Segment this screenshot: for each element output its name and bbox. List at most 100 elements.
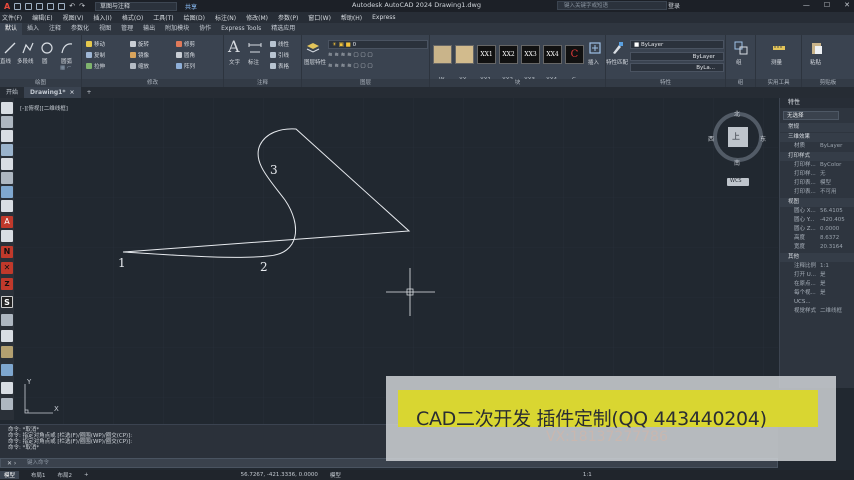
match-properties-label[interactable]: 特性匹配: [606, 58, 628, 66]
annotation-scale[interactable]: 1:1: [583, 472, 592, 478]
current-layer-select[interactable]: ☀ ▣ ■ 0: [328, 40, 428, 49]
fillet-tool[interactable]: 圆角: [176, 51, 195, 59]
prop-row[interactable]: 打印表... 模型: [780, 179, 854, 188]
prop-row[interactable]: UCS...: [780, 298, 854, 307]
table-icon[interactable]: [1, 230, 13, 242]
prop-row[interactable]: 材质 ByLayer: [780, 142, 854, 151]
scale-tool[interactable]: 缩放: [130, 62, 149, 70]
prop-row[interactable]: 圆心 X... 56.4105: [780, 207, 854, 216]
scissors-icon[interactable]: [1, 314, 13, 326]
login-button[interactable]: 登录: [668, 1, 680, 10]
text-a-icon[interactable]: A: [1, 216, 13, 228]
prop-row[interactable]: 每个视... 是: [780, 289, 854, 298]
open-file-icon[interactable]: [25, 2, 33, 10]
menu-modify[interactable]: 修改(M): [246, 13, 268, 22]
prop-row[interactable]: 打开 U... 是: [780, 271, 854, 280]
block-thumb-xx[interactable]: [455, 45, 474, 64]
paste-icon[interactable]: [810, 41, 824, 55]
tab-drawing1[interactable]: Drawing1* ×: [24, 87, 81, 98]
viewcube-south[interactable]: 南: [734, 158, 740, 167]
layer-tools-row-2[interactable]: ≋ ≋ ≋ ≋ ▢ ▢ ▢: [328, 63, 373, 69]
print-icon[interactable]: [1, 158, 13, 170]
prop-row[interactable]: 打印样... ByColor: [780, 161, 854, 170]
section-misc[interactable]: 其他: [780, 253, 854, 262]
menu-window[interactable]: 窗口(W): [308, 13, 331, 22]
block-thumb-c[interactable]: C: [565, 45, 584, 64]
circle-tool-label[interactable]: 圆: [42, 57, 48, 65]
n-icon[interactable]: N: [1, 246, 13, 258]
plot-icon[interactable]: [1, 172, 13, 184]
menu-view[interactable]: 视图(V): [63, 13, 84, 22]
dimension-icon[interactable]: [248, 41, 262, 55]
prop-row[interactable]: 宽度 20.3164: [780, 243, 854, 252]
section-view[interactable]: 视图: [780, 198, 854, 207]
workspace-select[interactable]: 草图与注释: [94, 1, 177, 11]
stretch-tool[interactable]: 拉伸: [86, 62, 105, 70]
linetype-select[interactable]: ByLayer: [630, 52, 724, 61]
table-tool[interactable]: 表格: [270, 62, 289, 70]
color-select[interactable]: ■ ByLayer: [630, 40, 724, 49]
share-button[interactable]: 共享: [185, 2, 197, 11]
rotate-tool[interactable]: 旋转: [130, 40, 149, 48]
tab-express-tools[interactable]: Express Tools: [216, 23, 266, 35]
circle-icon[interactable]: [40, 41, 54, 55]
menu-express[interactable]: Express: [372, 14, 395, 21]
layer-tools-row-1[interactable]: ≋ ≋ ≋ ≋ ▢ ▢ ▢: [328, 52, 373, 58]
tab-featured-apps[interactable]: 精选应用: [266, 23, 300, 35]
tab-annotate[interactable]: 注释: [44, 23, 66, 35]
prop-row[interactable]: 视觉样式 二维线框: [780, 307, 854, 316]
save-as-icon[interactable]: [47, 2, 55, 10]
tab-layout1[interactable]: 布局1: [31, 471, 46, 479]
viewcube-east[interactable]: 东: [760, 134, 766, 143]
block-thumb-xx3[interactable]: XX3: [521, 45, 540, 64]
block-thumb-w[interactable]: [433, 45, 452, 64]
s-icon[interactable]: S: [1, 296, 13, 308]
text-tool-label[interactable]: 文字: [229, 58, 240, 66]
menu-parametric[interactable]: 参数(P): [278, 13, 298, 22]
paste-label[interactable]: 粘贴: [810, 58, 821, 66]
tab-default[interactable]: 默认: [0, 23, 23, 35]
redo-icon[interactable]: ↷: [79, 2, 85, 10]
insert-block-icon[interactable]: [588, 41, 602, 55]
maximize-button[interactable]: ☐: [824, 1, 830, 9]
viewcube-west[interactable]: 西: [708, 134, 714, 143]
line-tool-label[interactable]: 直线: [0, 57, 11, 65]
viewcube-face-label[interactable]: 上: [732, 131, 740, 142]
prop-row[interactable]: 圆心 Z... 0.0000: [780, 225, 854, 234]
file-icon[interactable]: [1, 102, 13, 114]
section-plot-style[interactable]: 打印样式: [780, 152, 854, 161]
menu-edit[interactable]: 编辑(E): [32, 13, 52, 22]
add-layout-button[interactable]: +: [84, 472, 89, 478]
tool-a-icon[interactable]: [1, 364, 13, 376]
tab-view[interactable]: 视图: [94, 23, 116, 35]
block-thumb-xx4[interactable]: XX4: [543, 45, 562, 64]
mirror-tool[interactable]: 镜像: [130, 51, 149, 59]
block-thumb-xx1[interactable]: XX1: [477, 45, 496, 64]
app-menu-icon[interactable]: A: [4, 2, 10, 11]
copy-tool[interactable]: 复制: [86, 51, 105, 59]
prop-row[interactable]: 注释比例 1:1: [780, 262, 854, 271]
viewport-controls[interactable]: [-][俯视][二维线框]: [20, 104, 68, 112]
open-icon[interactable]: [1, 116, 13, 128]
menu-tools[interactable]: 工具(T): [153, 13, 173, 22]
tool-c-icon[interactable]: [1, 398, 13, 410]
linear-dim-tool[interactable]: 线性: [270, 40, 289, 48]
prop-row[interactable]: 高度 8.6372: [780, 234, 854, 243]
section-3d-effects[interactable]: 三维效果: [780, 133, 854, 142]
move-tool[interactable]: 移动: [86, 40, 105, 48]
new-tab-button[interactable]: +: [81, 87, 98, 98]
text-icon[interactable]: A: [228, 37, 240, 56]
save-icon[interactable]: [1, 144, 13, 156]
more-draw-icon[interactable]: ▦ ⌐: [60, 65, 72, 71]
measure-icon[interactable]: [772, 41, 786, 55]
dimension-tool-label[interactable]: 标注: [248, 58, 259, 66]
layer-properties-label[interactable]: 图层特性: [304, 58, 326, 66]
tool-b-icon[interactable]: [1, 382, 13, 394]
prop-row[interactable]: 圆心 Y... -420.405: [780, 216, 854, 225]
layer-properties-icon[interactable]: [306, 41, 320, 55]
x-icon[interactable]: ✕: [1, 262, 13, 274]
tab-manage[interactable]: 管理: [116, 23, 138, 35]
lineweight-select[interactable]: ByLa...: [630, 63, 724, 72]
menu-insert[interactable]: 插入(I): [93, 13, 111, 22]
arc-icon[interactable]: [60, 41, 74, 55]
